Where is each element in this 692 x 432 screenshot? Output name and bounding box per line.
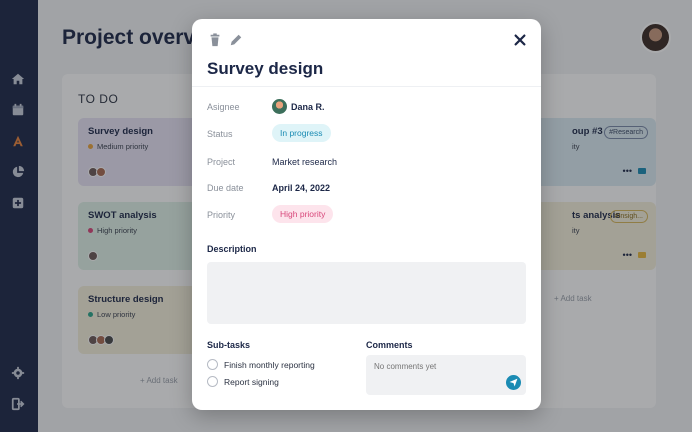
subtask-item[interactable]: Report signing xyxy=(207,376,279,387)
project-value[interactable]: Market research xyxy=(272,157,337,167)
subtasks-label: Sub-tasks xyxy=(207,340,251,350)
subtask-checkbox[interactable] xyxy=(207,359,218,370)
comment-input[interactable] xyxy=(374,362,494,371)
task-detail-modal: Survey design Asignee Dana R. Status In … xyxy=(192,19,541,410)
comments-label: Comments xyxy=(366,340,413,350)
assignee-value[interactable]: Dana R. xyxy=(291,102,325,112)
subtask-checkbox[interactable] xyxy=(207,376,218,387)
send-icon xyxy=(509,378,518,387)
close-icon[interactable] xyxy=(513,33,527,47)
description-field[interactable] xyxy=(207,262,526,324)
assignee-label: Asignee xyxy=(207,102,240,112)
subtask-label: Finish monthly reporting xyxy=(224,359,315,370)
due-date-label: Due date xyxy=(207,183,244,193)
modal-title: Survey design xyxy=(207,59,324,78)
subtask-label: Report signing xyxy=(224,376,279,387)
edit-icon[interactable] xyxy=(229,33,243,47)
send-button[interactable] xyxy=(506,375,521,390)
subtask-item[interactable]: Finish monthly reporting xyxy=(207,359,315,370)
avatar xyxy=(272,99,287,114)
priority-badge[interactable]: High priority xyxy=(272,205,334,223)
due-date-value[interactable]: April 24, 2022 xyxy=(272,183,330,193)
status-badge[interactable]: In progress xyxy=(272,124,331,142)
project-label: Project xyxy=(207,157,236,167)
divider xyxy=(192,86,541,87)
priority-label: Priority xyxy=(207,210,236,220)
trash-icon[interactable] xyxy=(208,33,222,47)
description-label: Description xyxy=(207,244,257,254)
comment-box xyxy=(366,355,526,395)
status-label: Status xyxy=(207,129,233,139)
